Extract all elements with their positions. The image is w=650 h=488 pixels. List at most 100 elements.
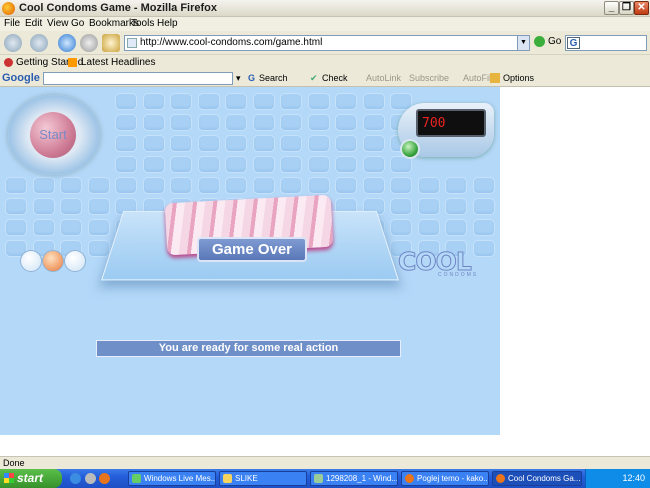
board-tile (197, 114, 220, 131)
start-label: Start (39, 127, 67, 142)
search-input[interactable]: G (565, 35, 647, 51)
board-tile (417, 219, 440, 236)
status-text: Done (3, 458, 25, 468)
home-icon[interactable] (102, 34, 120, 52)
google-search-field[interactable] (43, 72, 233, 85)
life-bubble-icon (64, 250, 86, 272)
board-tile (335, 156, 357, 173)
board-tile (390, 198, 412, 215)
taskbar-item-slike[interactable]: SLIKE (219, 471, 307, 486)
board-tile (115, 177, 137, 194)
board-tile (115, 135, 137, 152)
board-tile (390, 219, 412, 236)
start-menu-button[interactable]: start (0, 469, 62, 488)
score-value: 700 (422, 116, 446, 131)
taskbar-item-messenger[interactable]: Windows Live Mes... (128, 471, 216, 486)
board-tile (307, 93, 330, 110)
board-tile (142, 156, 165, 173)
board-tile (445, 219, 467, 236)
menu-help[interactable]: Help (157, 18, 178, 29)
close-button[interactable]: ✕ (634, 1, 649, 15)
reload-icon[interactable] (58, 34, 76, 52)
board-tile (142, 135, 165, 152)
menu-tools[interactable]: Tools (131, 18, 154, 29)
bookmark-latest-headlines[interactable]: Latest Headlines (81, 57, 156, 68)
url-dropdown-icon[interactable]: ▼ (517, 36, 529, 50)
messenger-icon (132, 474, 141, 483)
maximize-button[interactable]: ❐ (619, 1, 634, 15)
autolink-button[interactable]: AutoLink (366, 73, 401, 83)
window-titlebar: Cool Condoms Game - Mozilla Firefox _ ❐ … (0, 0, 650, 17)
menu-view[interactable]: View (47, 18, 69, 29)
board-tile (87, 177, 110, 194)
game-area[interactable]: Start 700 Game Over COOL CONDOMS You are… (0, 87, 500, 435)
gem-icon (400, 139, 420, 159)
google-search-button[interactable]: Search (259, 73, 288, 83)
board-tile (445, 198, 467, 215)
board-tile (472, 219, 495, 236)
autofill-button[interactable]: AutoFill (463, 73, 493, 83)
window-title: Cool Condoms Game - Mozilla Firefox (19, 2, 218, 14)
go-button[interactable]: Go (534, 36, 561, 47)
board-tile (280, 93, 302, 110)
check-button[interactable]: Check (322, 73, 348, 83)
bookmark-icon (4, 58, 13, 67)
mediaplayer-quicklaunch-icon[interactable] (85, 473, 96, 484)
board-tile (142, 114, 165, 131)
board-tile (252, 156, 275, 173)
go-icon (534, 36, 545, 47)
board-tile (472, 177, 495, 194)
board-tile (170, 156, 192, 173)
back-icon[interactable] (4, 34, 22, 52)
board-tile (225, 114, 247, 131)
forward-icon[interactable] (30, 34, 48, 52)
board-tile (335, 93, 357, 110)
firefox-quicklaunch-icon[interactable] (99, 473, 110, 484)
board-tile (280, 135, 302, 152)
dropdown-icon[interactable]: ▾ (236, 73, 241, 84)
start-button[interactable]: Start (8, 95, 100, 175)
board-tile (362, 135, 385, 152)
life-bubble-icon (20, 250, 42, 272)
taskbar-item-poglej[interactable]: Poglej temo - kako... (401, 471, 489, 486)
taskbar-item-cool-condoms[interactable]: Cool Condoms Ga... (492, 471, 582, 486)
google-toolbar: Google ▾ G Search ✔ Check AutoLink Subsc… (0, 70, 650, 87)
board-tile (362, 93, 385, 110)
subscribe-button[interactable]: Subscribe (409, 73, 449, 83)
board-tile (280, 177, 302, 194)
board-tile (170, 93, 192, 110)
board-tile (225, 177, 247, 194)
logo-subword: CONDOMS (438, 272, 479, 278)
board-tile (390, 177, 412, 194)
board-tile (60, 177, 82, 194)
board-tile (307, 156, 330, 173)
clock: 12:40 (622, 473, 645, 483)
board-tile (170, 135, 192, 152)
board-tile (115, 156, 137, 173)
menu-go[interactable]: Go (71, 18, 84, 29)
ie-quicklaunch-icon[interactable] (70, 473, 81, 484)
folder-icon (223, 474, 232, 483)
address-bar[interactable]: http://www.cool-condoms.com/game.html ▼ (124, 35, 530, 51)
options-button[interactable]: Options (503, 73, 534, 83)
board-tile (335, 135, 357, 152)
board-tile (115, 114, 137, 131)
google-logo[interactable]: Google (2, 72, 40, 84)
minimize-button[interactable]: _ (604, 1, 619, 15)
board-tile (335, 114, 357, 131)
menu-edit[interactable]: Edit (25, 18, 42, 29)
board-tile (197, 177, 220, 194)
board-tile (362, 177, 385, 194)
board-tile (445, 177, 467, 194)
page-content: Start 700 Game Over COOL CONDOMS You are… (0, 87, 650, 456)
taskbar-item-window[interactable]: 1298208_1 - Wind... (310, 471, 398, 486)
google-search-icon[interactable]: G (567, 37, 580, 49)
url-text[interactable]: http://www.cool-condoms.com/game.html (140, 37, 322, 48)
board-tile (307, 114, 330, 131)
board-tile (32, 177, 55, 194)
menu-bar: File Edit View Go Bookmarks Tools Help (0, 17, 650, 31)
stop-icon[interactable] (80, 34, 98, 52)
cool-condoms-logo: COOL CONDOMS (398, 247, 493, 279)
menu-file[interactable]: File (4, 18, 20, 29)
board-tile (280, 114, 302, 131)
